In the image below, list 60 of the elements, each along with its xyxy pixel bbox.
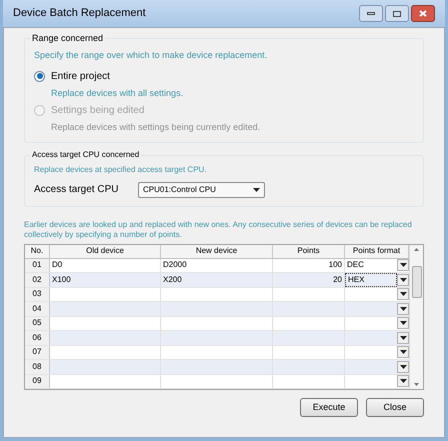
field-label: Access target CPU <box>34 183 120 197</box>
row-number: 05 <box>25 316 50 330</box>
instruction-text: Earlier devices are looked up and replaced with new ones. Any consecutive series of devices can be replaced collectively by specifying a number of points. <box>24 220 413 240</box>
table-cell[interactable]: D2000 <box>161 258 273 272</box>
dropdown-button[interactable] <box>397 302 409 315</box>
caret-icon <box>400 321 406 326</box>
caret-icon <box>400 306 406 311</box>
dialog-button[interactable]: Execute <box>300 398 358 417</box>
window-title: Device Batch Replacement <box>13 6 146 22</box>
scroll-thumb[interactable] <box>412 266 422 298</box>
dropdown-button[interactable] <box>397 288 409 300</box>
row-number: 01 <box>25 258 50 272</box>
dropdown-button[interactable] <box>397 332 409 344</box>
dropdown-button[interactable] <box>397 274 409 286</box>
caret-icon <box>400 292 406 296</box>
row-number: 03 <box>25 288 50 301</box>
column-header[interactable]: New device <box>161 244 273 258</box>
option-description: Replace devices with all settings. <box>51 86 184 100</box>
caret-icon <box>400 263 406 268</box>
close-icon <box>419 10 427 17</box>
row-number: 09 <box>25 374 50 388</box>
column-header[interactable]: No. <box>25 244 50 258</box>
row-number: 08 <box>25 360 50 374</box>
dropdown-button[interactable] <box>397 317 409 330</box>
row-number: 04 <box>25 302 50 316</box>
caret-icon <box>400 350 406 354</box>
row-number: 07 <box>25 346 50 359</box>
maximize-button[interactable] <box>385 5 409 22</box>
cpu-dropdown[interactable]: CPU01:Control CPU <box>138 182 265 198</box>
group-hint: Replace devices at specified access target CPU. <box>34 164 208 176</box>
column-header[interactable]: Old device <box>50 244 161 258</box>
table-cell[interactable]: DEC <box>345 258 397 272</box>
group-hint: Specify the range over which to make device replacement. <box>34 49 268 62</box>
minimize-button[interactable] <box>359 5 383 22</box>
group-title: Access target CPU concerned <box>30 148 142 160</box>
caret-icon <box>400 278 406 282</box>
caret-icon <box>400 336 406 340</box>
caret-icon <box>253 188 260 192</box>
table-cell[interactable]: D0 <box>50 258 161 272</box>
dropdown-button[interactable] <box>397 346 409 358</box>
table-cell[interactable]: X100 <box>50 273 161 286</box>
table-cell[interactable]: 100 <box>273 258 345 272</box>
close-button[interactable] <box>411 5 435 22</box>
table-cell[interactable]: X200 <box>161 273 273 286</box>
row-number: 02 <box>25 273 50 286</box>
dropdown-button[interactable] <box>397 375 409 388</box>
caret-icon <box>400 364 406 369</box>
group-title: Range concerned <box>30 32 106 46</box>
caret-icon <box>400 379 406 384</box>
row-number: 06 <box>25 331 50 344</box>
scroll-up-icon[interactable] <box>414 248 419 250</box>
option-description: Replace devices with settings being currently edited. <box>51 121 262 134</box>
radio-option[interactable]: Entire project <box>34 68 414 84</box>
scroll-down-icon[interactable] <box>414 383 419 386</box>
table-cell[interactable]: 20 <box>273 273 345 286</box>
dialog-button[interactable]: Close <box>366 398 424 417</box>
dropdown-button[interactable] <box>397 259 409 272</box>
dropdown-button[interactable] <box>397 360 409 373</box>
scrollbar[interactable] <box>409 244 423 389</box>
column-header[interactable]: Points <box>273 244 345 258</box>
